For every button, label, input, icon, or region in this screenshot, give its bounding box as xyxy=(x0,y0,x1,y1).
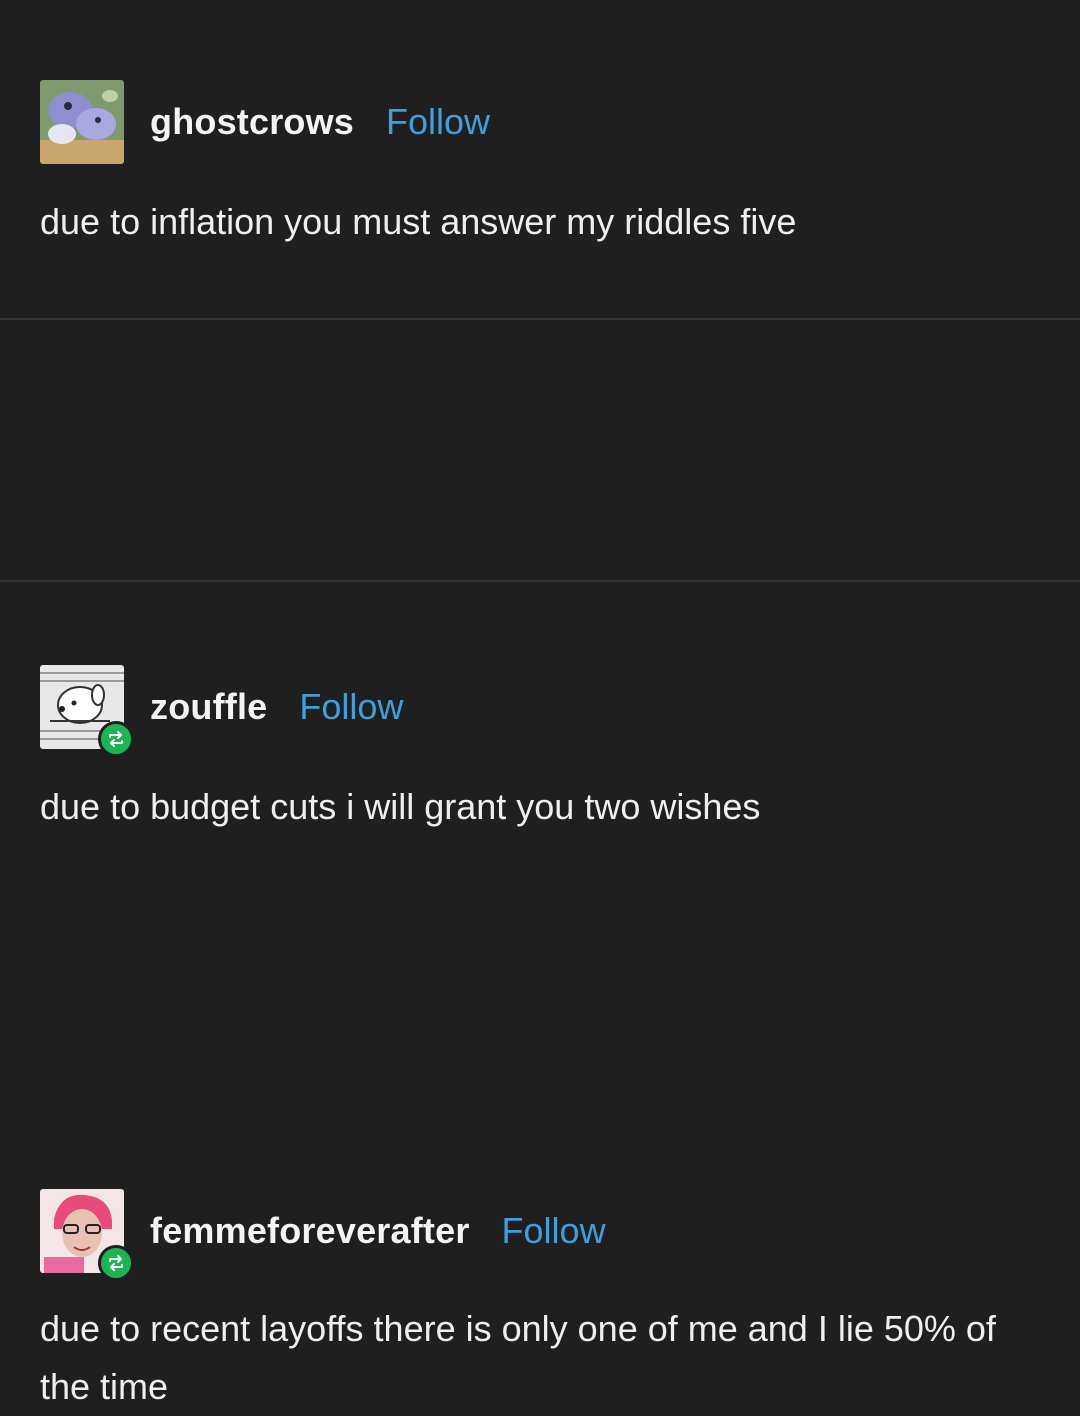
post-zouffle: zouffle Follow due to budget cuts i will… xyxy=(0,320,1080,827)
post-header: ghostcrows Follow xyxy=(40,80,490,164)
post-text: due to inflation you must answer my ridd… xyxy=(40,201,797,242)
avatar[interactable] xyxy=(40,1189,134,1281)
username[interactable]: femmeforeverafter xyxy=(150,1210,470,1252)
post-femmeforeverafter: femmeforeverafter Follow due to recent l… xyxy=(0,582,1080,1407)
post-ghostcrows: ghostcrows Follow due to inflation you m… xyxy=(0,0,1080,318)
username[interactable]: ghostcrows xyxy=(150,101,354,143)
avatar[interactable] xyxy=(40,80,124,164)
post-text: due to recent layoffs there is only one … xyxy=(40,1308,996,1407)
reblog-icon xyxy=(98,1245,134,1281)
follow-button[interactable]: Follow xyxy=(386,101,490,143)
follow-button[interactable]: Follow xyxy=(502,1210,606,1252)
post-header: femmeforeverafter Follow xyxy=(40,1189,606,1281)
plush-toys-avatar-icon xyxy=(40,80,124,164)
